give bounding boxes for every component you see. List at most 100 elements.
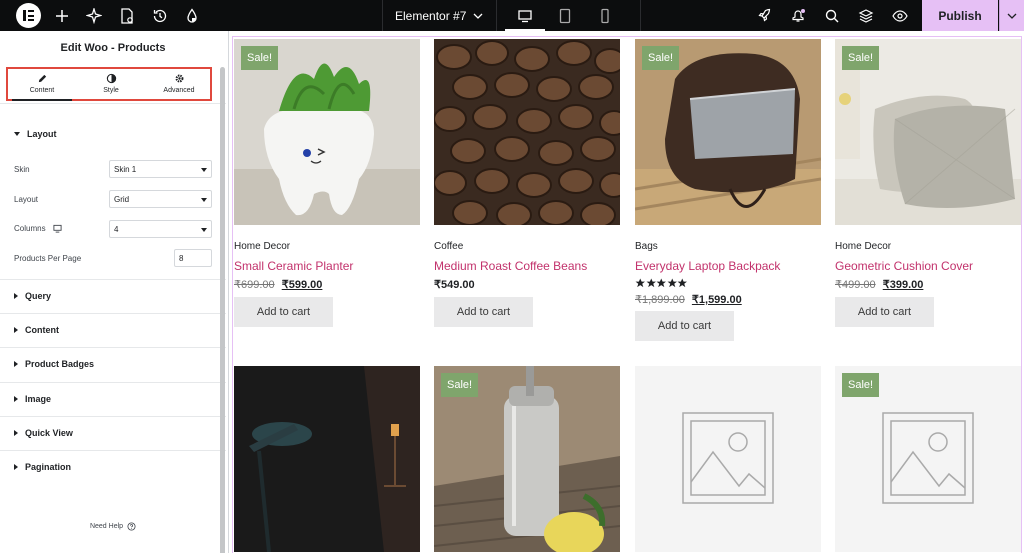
need-help-link[interactable]: Need Help (0, 522, 226, 531)
preview-canvas: Sale! Home Decor Small Ceramic Planter ₹… (229, 31, 1024, 553)
section-content[interactable]: Content (0, 313, 226, 347)
products-per-page-label: Products Per Page (14, 254, 82, 263)
product-title[interactable]: Medium Roast Coffee Beans (434, 259, 587, 273)
tab-content[interactable]: Content (8, 69, 76, 101)
columns-label: Columns (14, 224, 62, 233)
caret-right-icon (14, 361, 18, 367)
caret-down-icon (14, 132, 20, 136)
skin-label: Skin (14, 165, 30, 174)
add-to-cart-button[interactable]: Add to cart (835, 297, 934, 327)
gear-icon (175, 74, 183, 83)
section-pagination[interactable]: Pagination (0, 450, 226, 484)
section-product-badges[interactable]: Product Badges (0, 347, 226, 381)
product-price: ₹699.00 ₹599.00 (234, 278, 322, 291)
caret-right-icon (14, 293, 18, 299)
product-price: ₹1,899.00 ₹1,599.00 (635, 293, 742, 306)
sale-badge: Sale! (842, 46, 880, 70)
skin-select[interactable]: Skin 1 (109, 160, 212, 178)
section-layout[interactable]: Layout (0, 117, 226, 151)
ai-icon[interactable] (84, 6, 104, 26)
caret-right-icon (14, 430, 18, 436)
product-image-desk-lamp[interactable] (234, 366, 420, 552)
notifications-icon[interactable] (788, 6, 808, 26)
caret-down-icon (201, 168, 207, 172)
help-icon (127, 522, 136, 531)
star-icon (635, 278, 645, 288)
product-image-steel-bottle[interactable]: Sale! (434, 366, 620, 552)
tablet-icon[interactable] (545, 0, 585, 31)
section-layout-title: Layout (27, 129, 57, 139)
publish-options-button[interactable] (999, 0, 1024, 31)
caret-right-icon (14, 327, 18, 333)
sale-price: ₹599.00 (281, 279, 323, 291)
page-settings-icon[interactable] (117, 6, 137, 26)
search-icon[interactable] (822, 6, 842, 26)
section-image[interactable]: Image (0, 382, 226, 416)
launch-icon[interactable] (754, 6, 774, 26)
section-query-title: Query (25, 291, 52, 301)
chevron-down-icon (473, 13, 483, 19)
tab-advanced[interactable]: Advanced (145, 69, 213, 99)
preview-icon[interactable] (890, 6, 910, 26)
tab-style-label: Style (103, 87, 119, 94)
tab-advanced-label: Advanced (163, 87, 195, 94)
tab-style[interactable]: Style (77, 69, 145, 99)
product-image-placeholder[interactable] (635, 366, 821, 552)
caret-right-icon (14, 464, 18, 470)
sale-badge: Sale! (241, 46, 279, 70)
sale-price: ₹399.00 (882, 279, 924, 291)
add-to-cart-button[interactable]: Add to cart (234, 297, 333, 327)
section-content-title: Content (25, 325, 59, 335)
section-image-title: Image (25, 394, 52, 404)
document-title: Elementor #7 (395, 8, 467, 23)
product-image-coffee-beans[interactable] (434, 39, 620, 225)
product-price: ₹549.00 (434, 278, 475, 291)
panel-tabs: Content Style Advanced (6, 67, 212, 101)
regular-price: ₹699.00 (234, 279, 275, 291)
product-title[interactable]: Small Ceramic Planter (234, 259, 353, 273)
product-title[interactable]: Geometric Cushion Cover (835, 259, 973, 273)
section-query[interactable]: Query (0, 279, 226, 313)
panel-scrollbar[interactable] (220, 67, 225, 553)
section-quick-view-title: Quick View (25, 428, 73, 438)
add-icon[interactable] (52, 6, 72, 26)
history-icon[interactable] (150, 6, 170, 26)
mobile-icon[interactable] (585, 0, 625, 31)
caret-down-icon (201, 198, 207, 202)
star-icon (677, 278, 687, 288)
add-to-cart-button[interactable]: Add to cart (434, 297, 533, 327)
contrast-icon (106, 73, 116, 84)
add-to-cart-button[interactable]: Add to cart (635, 311, 734, 341)
product-category: Home Decor (234, 241, 291, 252)
products-per-page-input[interactable]: 8 (174, 249, 212, 267)
pencil-icon (38, 74, 46, 83)
top-bar: Elementor #7 Publish (0, 0, 1024, 31)
layout-select[interactable]: Grid (109, 190, 212, 208)
product-title[interactable]: Everyday Laptop Backpack (635, 259, 780, 273)
product-image-placeholder[interactable]: Sale! (835, 366, 1021, 552)
product-image-laptop-backpack[interactable]: Sale! (635, 39, 821, 225)
product-category: Coffee (434, 241, 464, 252)
desktop-icon (53, 224, 62, 233)
star-icon (667, 278, 677, 288)
product-image-ceramic-planter[interactable]: Sale! (234, 39, 420, 225)
product-price: ₹499.00 ₹399.00 (835, 278, 923, 291)
publish-button[interactable]: Publish (922, 0, 998, 31)
product-image-cushion[interactable]: Sale! (835, 39, 1021, 225)
caret-down-icon (201, 228, 207, 232)
sale-badge: Sale! (642, 46, 680, 70)
structure-icon[interactable] (856, 6, 876, 26)
tab-content-label: Content (29, 87, 55, 94)
columns-select[interactable]: 4 (109, 220, 212, 238)
document-title-dropdown[interactable]: Elementor #7 (395, 0, 484, 31)
product-category: Bags (635, 241, 658, 252)
need-help-label: Need Help (89, 523, 124, 530)
star-rating (635, 278, 688, 289)
desktop-icon[interactable] (505, 0, 545, 31)
section-product-badges-title: Product Badges (25, 359, 95, 369)
section-quick-view[interactable]: Quick View (0, 416, 226, 450)
theme-style-icon[interactable] (182, 6, 202, 26)
elementor-logo-icon[interactable] (16, 3, 41, 28)
panel-title: Edit Woo - Products (60, 42, 166, 54)
layout-label: Layout (14, 195, 39, 204)
